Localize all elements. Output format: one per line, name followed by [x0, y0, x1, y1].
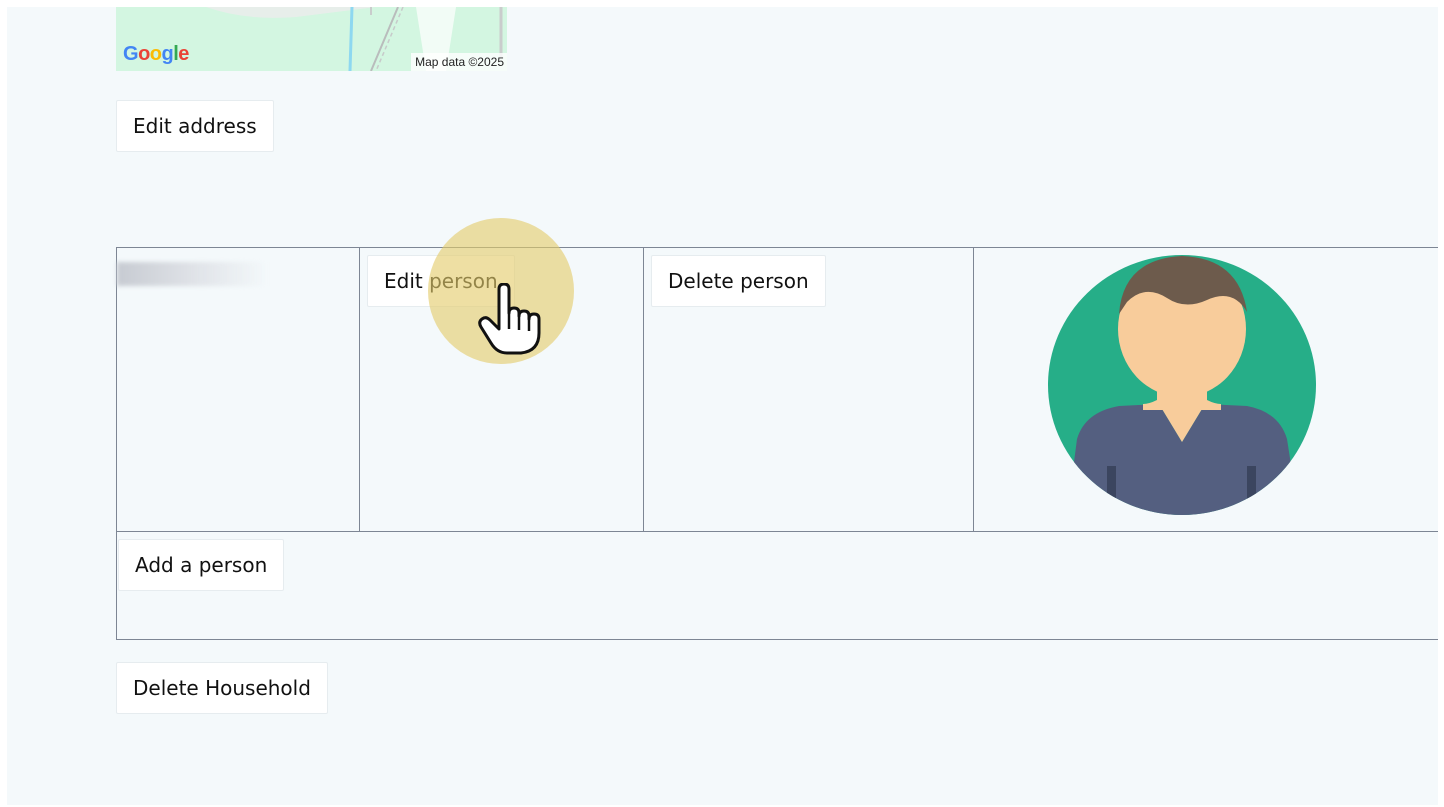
address-map[interactable]: Google Map data ©2025 [116, 7, 507, 71]
delete-person-button[interactable]: Delete person [651, 255, 826, 307]
person-avatar-icon [1047, 254, 1317, 516]
person-name-redacted [117, 262, 267, 286]
edit-person-button[interactable]: Edit person [367, 255, 515, 307]
google-logo: Google [123, 43, 189, 65]
column-divider [973, 248, 974, 531]
column-divider [359, 248, 360, 531]
row-divider [117, 531, 1438, 532]
household-page: Google Map data ©2025 Edit address Edit … [7, 7, 1438, 805]
add-person-button[interactable]: Add a person [118, 539, 285, 591]
delete-household-button[interactable]: Delete Household [116, 662, 328, 714]
column-divider [643, 248, 644, 531]
edit-address-button[interactable]: Edit address [116, 100, 274, 152]
map-credit: Map data ©2025 [411, 53, 507, 71]
people-table: Edit person Delete person Add a person [116, 247, 1438, 640]
